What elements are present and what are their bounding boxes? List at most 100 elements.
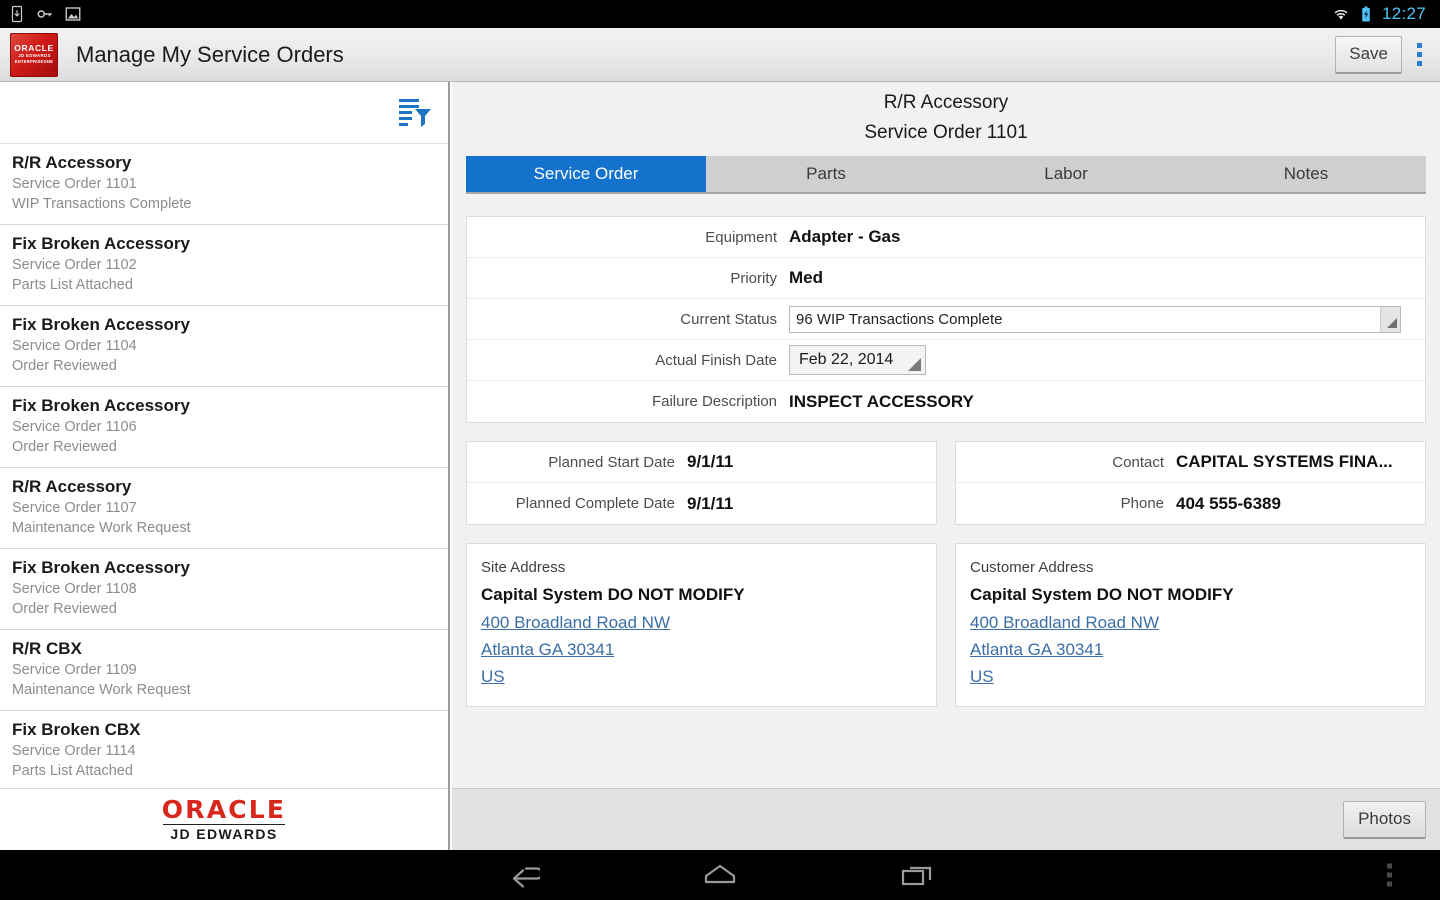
android-navigation-bar <box>0 850 1440 900</box>
list-item-status: Maintenance Work Request <box>12 680 436 700</box>
list-item-title: R/R Accessory <box>12 476 436 498</box>
customer-address-line1[interactable]: 400 Broadland Road NW <box>970 609 1159 636</box>
field-row-contact: Contact CAPITAL SYSTEMS FINA... <box>956 442 1425 483</box>
detail-header: R/R Accessory Service Order 1101 <box>452 82 1440 147</box>
list-item-title: Fix Broken CBX <box>12 719 436 741</box>
list-item-title: Fix Broken Accessory <box>12 233 436 255</box>
detail-heading: R/R Accessory <box>452 88 1440 118</box>
nav-overflow-icon[interactable] <box>1387 864 1392 887</box>
back-button[interactable] <box>497 855 549 895</box>
actual-finish-date-picker[interactable]: Feb 22, 2014 <box>789 345 926 375</box>
oracle-wordmark: ORACLE <box>162 797 286 823</box>
list-item[interactable]: Fix Broken Accessory Service Order 1106 … <box>0 387 448 468</box>
tab-parts[interactable]: Parts <box>706 156 946 192</box>
download-icon <box>8 5 26 23</box>
list-item[interactable]: R/R Accessory Service Order 1101 WIP Tra… <box>0 144 448 225</box>
wifi-icon <box>1332 5 1350 23</box>
list-item[interactable]: R/R CBX Service Order 1109 Maintenance W… <box>0 630 448 711</box>
battery-charging-icon <box>1357 5 1375 23</box>
field-row-priority: Priority Med <box>467 258 1425 299</box>
customer-address-card: Customer Address Capital System DO NOT M… <box>955 543 1426 707</box>
page-title: Manage My Service Orders <box>76 42 344 68</box>
contact-value: CAPITAL SYSTEMS FINA... <box>1176 452 1393 472</box>
list-item-order: Service Order 1107 <box>12 498 436 518</box>
recent-apps-button[interactable] <box>891 855 943 895</box>
planned-dates-panel: Planned Start Date 9/1/11 Planned Comple… <box>466 441 937 525</box>
status-notification-icons <box>8 5 82 23</box>
field-row-failure-description: Failure Description INSPECT ACCESSORY <box>467 381 1425 422</box>
planned-start-value: 9/1/11 <box>687 452 733 472</box>
list-item-order: Service Order 1114 <box>12 741 436 761</box>
field-row-planned-complete: Planned Complete Date 9/1/11 <box>467 483 936 524</box>
equipment-value: Adapter - Gas <box>789 227 900 247</box>
screenshot-icon <box>64 5 82 23</box>
service-order-fields-panel: Equipment Adapter - Gas Priority Med Cur… <box>466 216 1426 423</box>
list-item-status: Maintenance Work Request <box>12 518 436 538</box>
detail-footer-bar: Photos <box>452 788 1440 850</box>
logo-line-oracle: ORACLE <box>14 44 54 53</box>
failure-description-label: Failure Description <box>467 393 789 410</box>
tab-service-order[interactable]: Service Order <box>466 156 706 192</box>
list-item[interactable]: Fix Broken CBX Service Order 1114 Parts … <box>0 711 448 792</box>
customer-address-line2[interactable]: Atlanta GA 30341 <box>970 636 1103 663</box>
planned-complete-label: Planned Complete Date <box>467 495 687 512</box>
list-item-status: Order Reviewed <box>12 437 436 457</box>
list-item[interactable]: Fix Broken Accessory Service Order 1104 … <box>0 306 448 387</box>
failure-description-value: INSPECT ACCESSORY <box>789 392 974 412</box>
current-status-select[interactable]: 96 WIP Transactions Complete <box>789 306 1401 333</box>
contact-label: Contact <box>956 454 1176 471</box>
addresses-row: Site Address Capital System DO NOT MODIF… <box>466 543 1426 707</box>
save-button[interactable]: Save <box>1335 36 1402 74</box>
list-item-order: Service Order 1106 <box>12 417 436 437</box>
contact-panel: Contact CAPITAL SYSTEMS FINA... Phone 40… <box>955 441 1426 525</box>
site-address-header: Site Address <box>481 555 922 581</box>
list-item-title: R/R CBX <box>12 638 436 660</box>
date-picker-arrow-icon <box>901 346 925 374</box>
phone-label: Phone <box>956 495 1176 512</box>
list-item-status: Order Reviewed <box>12 356 436 376</box>
list-item-title: Fix Broken Accessory <box>12 314 436 336</box>
jde-enterpriseone-logo: ORACLE JD EDWARDS ENTERPRISEONE <box>10 33 58 77</box>
equipment-label: Equipment <box>467 229 789 246</box>
photos-button[interactable]: Photos <box>1343 801 1426 839</box>
overflow-menu-icon[interactable] <box>1408 35 1430 75</box>
list-item[interactable]: R/R Accessory Service Order 1107 Mainten… <box>0 468 448 549</box>
list-item-status: Parts List Attached <box>12 275 436 295</box>
site-address-line1[interactable]: 400 Broadland Road NW <box>481 609 670 636</box>
service-order-list: R/R Accessory Service Order 1101 WIP Tra… <box>0 144 448 833</box>
planned-complete-value: 9/1/11 <box>687 494 733 514</box>
priority-label: Priority <box>467 270 789 287</box>
home-button[interactable] <box>694 855 746 895</box>
recent-apps-icon <box>900 862 934 888</box>
logo-divider <box>163 824 285 826</box>
oracle-jdedwards-footer-logo: ORACLE JD EDWARDS <box>0 788 448 850</box>
detail-tabs: Service Order Parts Labor Notes <box>466 156 1426 194</box>
customer-address-name: Capital System DO NOT MODIFY <box>970 581 1411 609</box>
detail-subheading: Service Order 1101 <box>452 118 1440 147</box>
service-order-detail-pane: R/R Accessory Service Order 1101 Service… <box>452 82 1440 850</box>
field-row-actual-finish-date: Actual Finish Date Feb 22, 2014 <box>467 340 1425 381</box>
site-address-line3[interactable]: US <box>481 663 505 690</box>
tab-labor[interactable]: Labor <box>946 156 1186 192</box>
list-item[interactable]: Fix Broken Accessory Service Order 1108 … <box>0 549 448 630</box>
chevron-down-icon <box>1380 307 1400 332</box>
list-item-order: Service Order 1108 <box>12 579 436 599</box>
customer-address-line3[interactable]: US <box>970 663 994 690</box>
filter-icon[interactable] <box>398 97 432 129</box>
logo-line-jdedwards: JD EDWARDS <box>18 53 50 59</box>
site-address-line2[interactable]: Atlanta GA 30341 <box>481 636 614 663</box>
customer-address-header: Customer Address <box>970 555 1411 581</box>
app-action-bar: ORACLE JD EDWARDS ENTERPRISEONE Manage M… <box>0 28 1440 82</box>
logo-line-enterpriseone: ENTERPRISEONE <box>15 59 53 65</box>
field-row-equipment: Equipment Adapter - Gas <box>467 217 1425 258</box>
tab-notes[interactable]: Notes <box>1186 156 1426 192</box>
site-address-name: Capital System DO NOT MODIFY <box>481 581 922 609</box>
list-item[interactable]: Fix Broken Accessory Service Order 1102 … <box>0 225 448 306</box>
main-content: R/R Accessory Service Order 1101 WIP Tra… <box>0 82 1440 850</box>
actual-finish-date-label: Actual Finish Date <box>467 352 789 369</box>
list-item-status: Order Reviewed <box>12 599 436 619</box>
list-item-title: Fix Broken Accessory <box>12 557 436 579</box>
list-item-order: Service Order 1102 <box>12 255 436 275</box>
field-row-phone: Phone 404 555-6389 <box>956 483 1425 524</box>
jdedwards-wordmark: JD EDWARDS <box>170 827 277 842</box>
